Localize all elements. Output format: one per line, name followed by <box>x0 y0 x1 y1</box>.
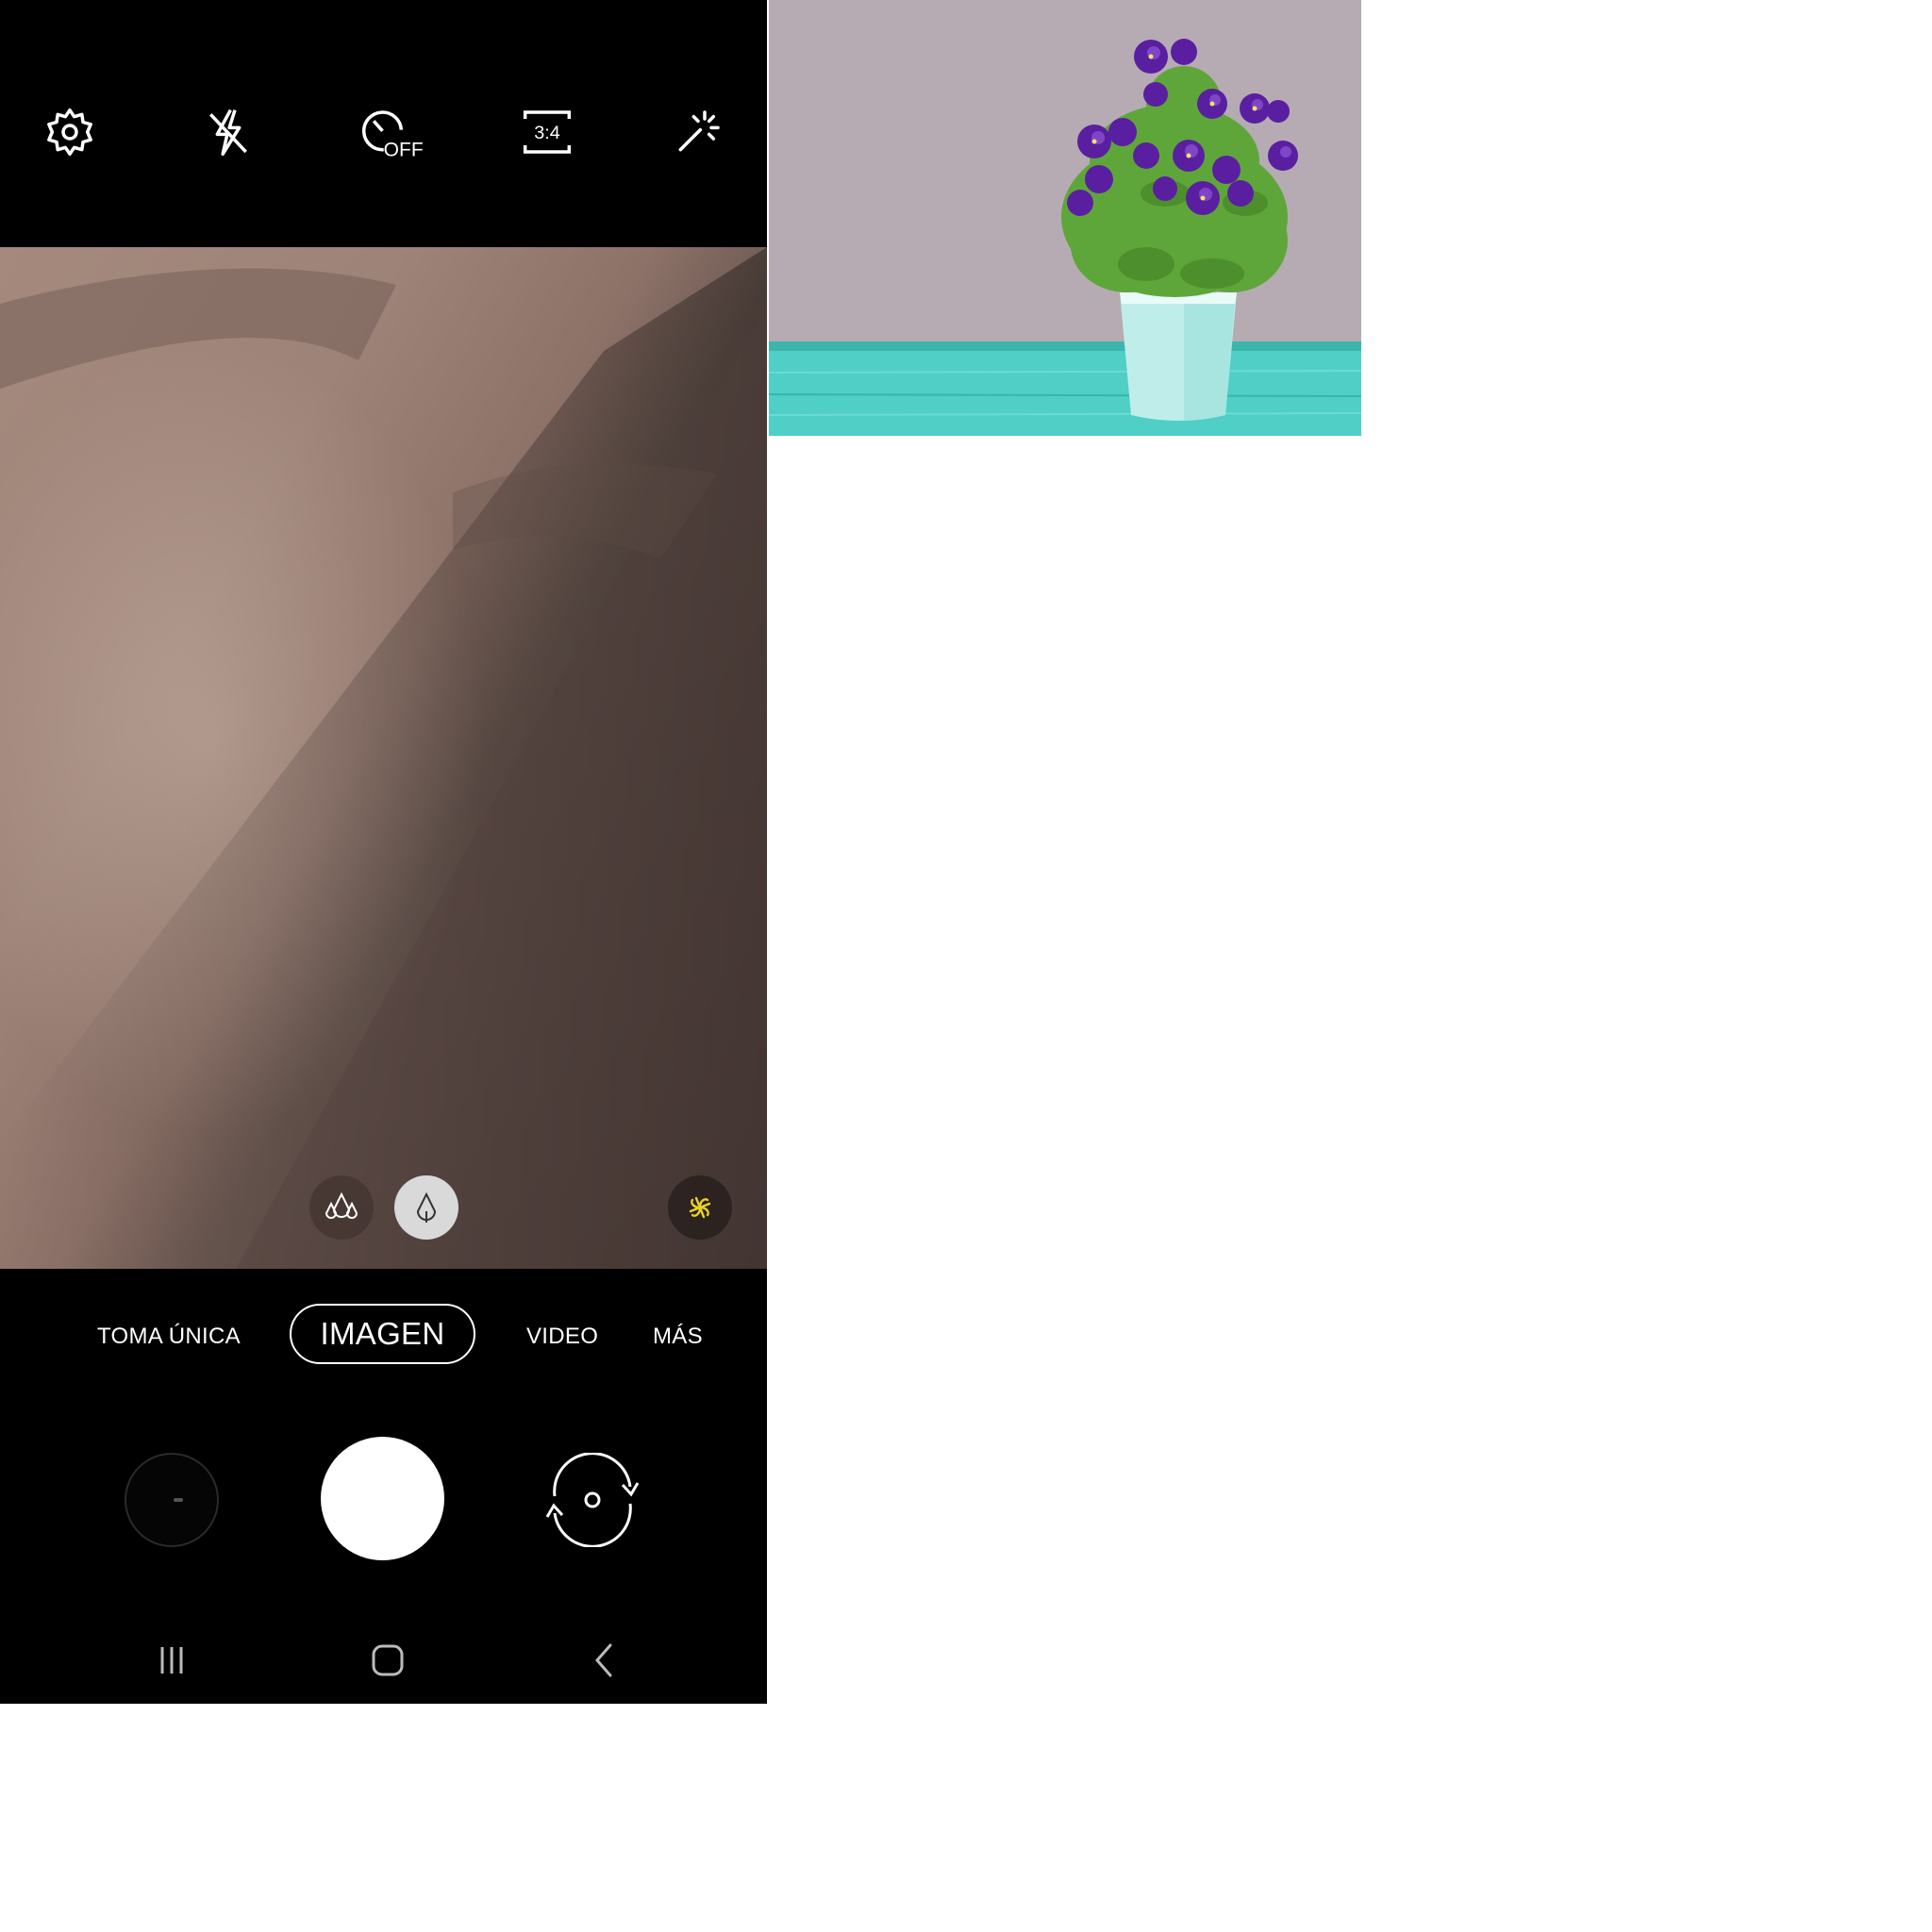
gallery-thumbnail-preview <box>174 1498 183 1502</box>
mode-photo-label: IMAGEN <box>320 1316 445 1351</box>
viewfinder-preview <box>0 247 767 1269</box>
filter-drop-icon[interactable] <box>394 1175 458 1240</box>
timer-off-icon[interactable]: OFF <box>357 102 428 162</box>
flash-off-icon[interactable] <box>198 102 258 162</box>
camera-top-bar: OFF 3:4 <box>0 0 767 247</box>
mode-single-take[interactable]: TOMA ÚNICA <box>97 1324 241 1350</box>
timer-off-label: OFF <box>384 140 424 161</box>
scene-optimizer-icon[interactable] <box>668 1175 732 1240</box>
system-nav-bar <box>0 1623 767 1704</box>
gallery-thumbnail[interactable] <box>125 1453 219 1547</box>
camera-viewfinder[interactable] <box>0 247 767 1269</box>
mode-photo[interactable]: IMAGEN <box>290 1304 475 1364</box>
mode-more[interactable]: MÁS <box>653 1324 703 1350</box>
back-icon[interactable] <box>576 1632 633 1689</box>
mode-video[interactable]: VIDEO <box>526 1324 598 1350</box>
shutter-button[interactable] <box>321 1437 444 1560</box>
aspect-ratio-label: 3:4 <box>534 123 560 143</box>
camera-app-screen: OFF 3:4 TOMA ÚNICA IMAGEN VIDEO MÁS <box>0 0 767 1704</box>
switch-camera-button[interactable] <box>540 1453 645 1547</box>
recent-apps-icon[interactable] <box>143 1632 200 1689</box>
potted-violets-photo <box>769 0 1361 436</box>
filter-landscape-icon[interactable] <box>309 1175 374 1240</box>
settings-icon[interactable] <box>40 102 100 162</box>
aspect-ratio-icon[interactable]: 3:4 <box>517 102 577 162</box>
home-icon[interactable] <box>359 1632 416 1689</box>
magic-effects-icon[interactable] <box>668 102 728 162</box>
